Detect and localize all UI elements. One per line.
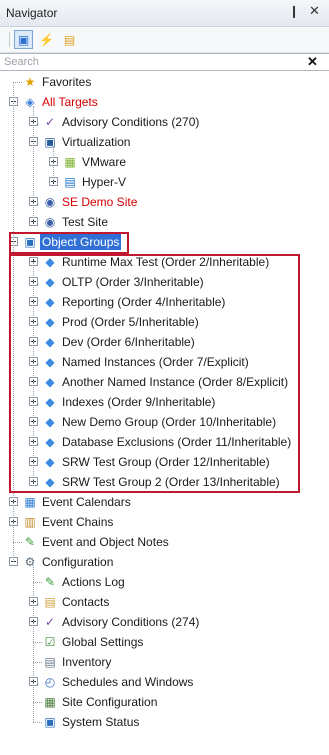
tree-item-label[interactable]: Advisory Conditions (270)	[62, 114, 199, 130]
tree-row[interactable]: ◴ Schedules and Windows	[0, 672, 329, 692]
lightning-icon: ⚡	[39, 32, 54, 47]
tree-connector	[33, 722, 42, 723]
schedules-icon: ◴	[44, 675, 56, 689]
tree-item-label[interactable]: Virtualization	[62, 134, 130, 150]
tree-item-label[interactable]: Event and Object Notes	[42, 534, 169, 550]
tree-item-label[interactable]: System Status	[62, 714, 139, 730]
advisory-conditions-icon: ✓	[44, 615, 56, 629]
tree-item-label[interactable]: Configuration	[42, 554, 113, 570]
pin-icon[interactable]: ❙	[289, 4, 299, 18]
navigator-tree: ★ Favorites ◈ All Targets ✓ Advisory Conditio…	[0, 72, 329, 755]
notes-button[interactable]: ▤	[60, 30, 79, 49]
hyperv-icon: ▤	[64, 175, 76, 189]
toolbar-grip	[9, 32, 10, 47]
navigator-toolbar: ▣ ⚡ ▤	[0, 27, 329, 53]
object-groups-highlight	[9, 254, 300, 493]
tree-row[interactable]: ▤ Hyper-V	[0, 172, 329, 192]
close-icon[interactable]: ✕	[309, 3, 320, 19]
advisory-conditions-icon: ✓	[44, 115, 56, 129]
contacts-icon: ▤	[44, 595, 56, 609]
tree-row[interactable]: ◉ SE Demo Site	[0, 192, 329, 212]
tree-item-label[interactable]: Inventory	[62, 654, 111, 670]
tree-row[interactable]: ✎ Actions Log	[0, 572, 329, 592]
tree-item-label[interactable]: Global Settings	[62, 634, 143, 650]
panel-title: Navigator	[6, 6, 58, 20]
tree-row[interactable]: ⚙ Configuration	[0, 552, 329, 572]
tree-item-label[interactable]: Actions Log	[62, 574, 125, 590]
navigator-titlebar: Navigator ❙ ✕	[0, 0, 329, 27]
tree-item-label[interactable]: Schedules and Windows	[62, 674, 193, 690]
tree-item-label[interactable]: All Targets	[42, 94, 98, 110]
tree-row[interactable]: ▦ Event Calendars	[0, 492, 329, 512]
system-status-icon: ▣	[44, 715, 56, 729]
tree-item-label[interactable]: Test Site	[62, 214, 108, 230]
inventory-icon: ▤	[44, 655, 56, 669]
tree-row[interactable]: ◉ Test Site	[0, 212, 329, 232]
tree-connector	[13, 542, 22, 543]
event-chains-icon: ▥	[24, 515, 36, 529]
tree-item-label[interactable]: Event Chains	[42, 514, 113, 530]
vmware-icon: ▦	[64, 155, 76, 169]
tree-item-label[interactable]: Contacts	[62, 594, 109, 610]
tree-row[interactable]: ▦ VMware	[0, 152, 329, 172]
event-calendars-icon: ▦	[24, 495, 36, 509]
targets-view-icon: ▣	[17, 32, 30, 47]
lightning-button[interactable]: ⚡	[37, 30, 56, 49]
site-icon: ◉	[44, 215, 56, 229]
configuration-icon: ⚙	[24, 555, 36, 569]
tree-row[interactable]: ▥ Event Chains	[0, 512, 329, 532]
tree-connector	[53, 146, 54, 182]
targets-view-button[interactable]: ▣	[14, 30, 33, 49]
global-settings-icon: ☑	[44, 635, 56, 649]
notes-icon: ✎	[24, 535, 36, 549]
tree-row[interactable]: ✓ Advisory Conditions (270)	[0, 112, 329, 132]
search-input[interactable]	[4, 54, 300, 69]
tree-connector	[33, 662, 42, 663]
tree-connector	[13, 82, 22, 83]
tree-connector	[33, 642, 42, 643]
tree-connector	[33, 106, 34, 222]
tree-connector	[33, 702, 42, 703]
search-bar: ✕	[0, 53, 329, 71]
tree-row[interactable]: ▦ Site Configuration	[0, 692, 329, 712]
selected-node-highlight	[9, 232, 129, 254]
tree-row[interactable]: ☑ Global Settings	[0, 632, 329, 652]
tree-item-label[interactable]: Hyper-V	[82, 174, 126, 190]
tree-item-label[interactable]: Favorites	[42, 74, 91, 90]
tree-row[interactable]: ◈ All Targets	[0, 92, 329, 112]
tree-row[interactable]: ▤ Inventory	[0, 652, 329, 672]
site-configuration-icon: ▦	[44, 695, 56, 709]
tree-item-label[interactable]: VMware	[82, 154, 126, 170]
all-targets-icon: ◈	[25, 95, 35, 109]
search-clear-icon[interactable]: ✕	[307, 54, 318, 70]
virtualization-icon: ▣	[44, 135, 56, 149]
tree-row[interactable]: ✎ Event and Object Notes	[0, 532, 329, 552]
tree-item-label[interactable]: Site Configuration	[62, 694, 157, 710]
tree-item-label[interactable]: SE Demo Site	[62, 194, 137, 210]
tree-item-label[interactable]: Event Calendars	[42, 494, 131, 510]
tree-connector	[33, 582, 42, 583]
tree-row[interactable]: ★ Favorites	[0, 72, 329, 92]
tree-connector	[33, 562, 34, 722]
notes-icon: ▤	[63, 32, 76, 47]
tree-item-label[interactable]: Advisory Conditions (274)	[62, 614, 199, 630]
tree-row[interactable]: ▣ Virtualization	[0, 132, 329, 152]
favorites-icon: ★	[24, 75, 36, 89]
tree-row[interactable]: ✓ Advisory Conditions (274)	[0, 612, 329, 632]
actions-log-icon: ✎	[44, 575, 56, 589]
tree-row[interactable]: ▤ Contacts	[0, 592, 329, 612]
tree-row[interactable]: ▣ System Status	[0, 712, 329, 732]
site-icon: ◉	[44, 195, 56, 209]
